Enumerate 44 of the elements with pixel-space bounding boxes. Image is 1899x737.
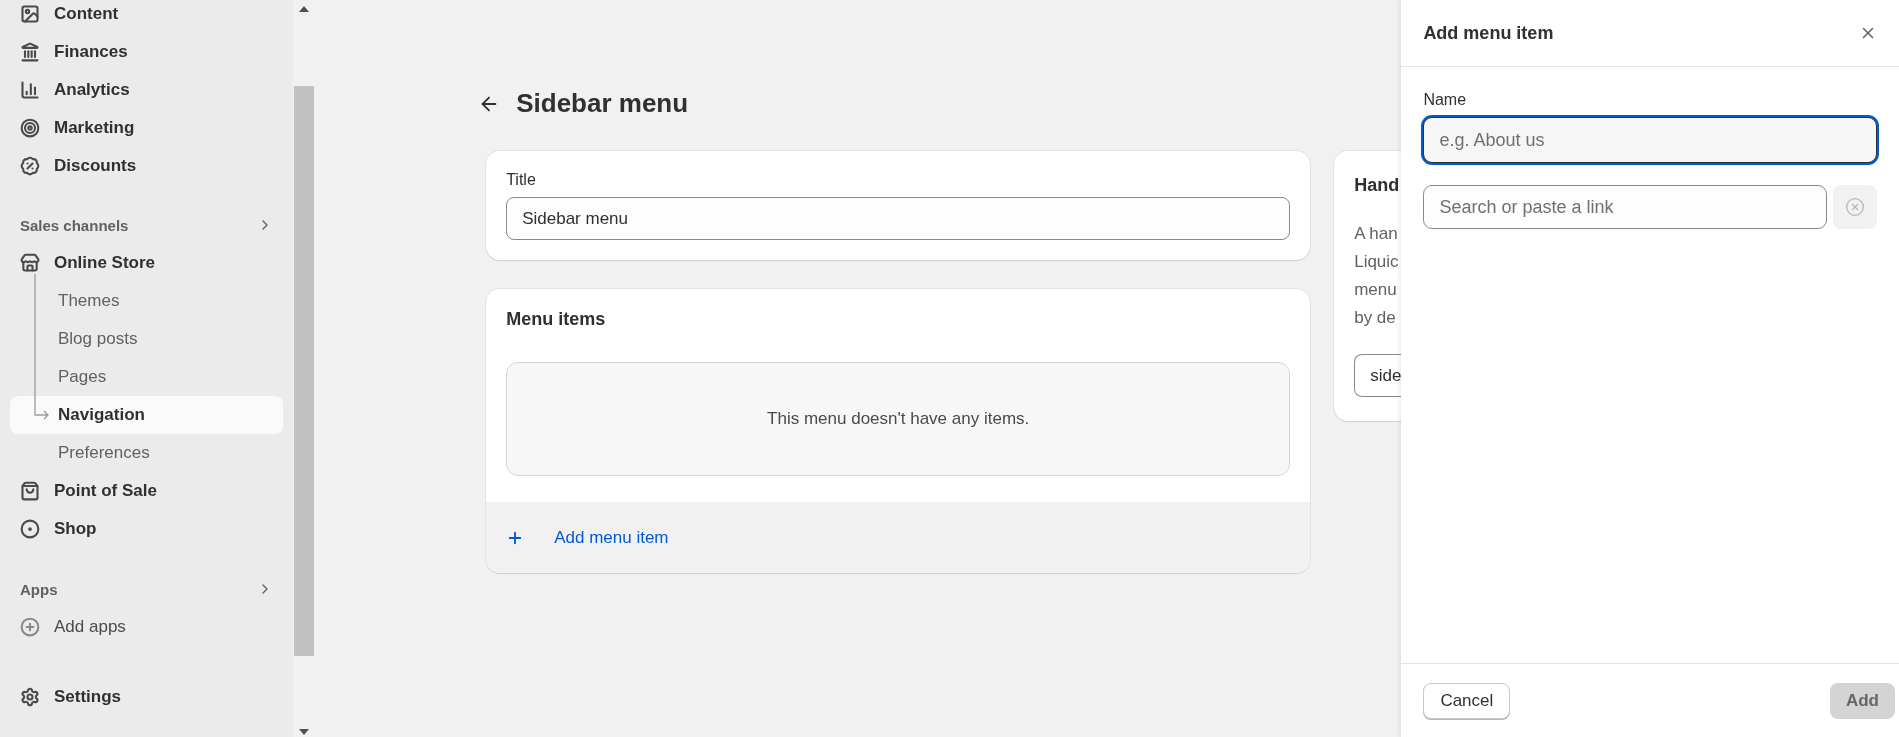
link-search-field[interactable]: Search or paste a link (1423, 185, 1827, 229)
name-field[interactable]: e.g. About us (1423, 117, 1877, 163)
cancel-button[interactable]: Cancel (1423, 682, 1511, 719)
bar-chart-icon (20, 80, 40, 100)
card-text: A han (1354, 223, 1399, 245)
sidebar-subitem[interactable]: Blog posts (10, 320, 284, 358)
field-label: Name (1423, 91, 1468, 109)
sidebar-item[interactable]: Settings (10, 678, 284, 716)
storefront-icon (20, 253, 40, 273)
shopping-bag-icon (20, 481, 40, 501)
plus-circle-icon (20, 617, 40, 637)
section-heading[interactable]: Sales channels (10, 206, 284, 244)
sidebar-subitem[interactable]: Preferences (10, 434, 284, 472)
card-text: by de (1354, 307, 1397, 329)
circle-dot-icon (20, 519, 40, 539)
clear-icon (1845, 197, 1865, 217)
target-icon (20, 118, 40, 138)
card-title: Hand (1354, 175, 1401, 196)
page-title: Sidebar menu (516, 88, 689, 119)
sidebar-subitem[interactable]: Pages (10, 358, 284, 396)
sidebar-item[interactable]: Add apps (10, 608, 284, 646)
card-text: menu (1354, 279, 1398, 301)
panel-title: Add menu item (1423, 22, 1554, 44)
title-field[interactable]: Sidebar menu (506, 197, 1291, 240)
sidebar-item[interactable]: Shop (10, 510, 284, 548)
sidebar-item[interactable]: Online Store (10, 244, 284, 282)
section-heading[interactable]: Apps (10, 570, 284, 608)
field-label: Title (506, 171, 537, 189)
empty-state-message: This menu doesn't have any items. (506, 362, 1291, 476)
add-menu-item-link[interactable]: Add menu item (554, 527, 669, 548)
card-text: Liquic (1354, 251, 1400, 273)
sidebar-item[interactable]: Marketing (10, 109, 284, 147)
sidebar-item[interactable]: Content (10, 0, 284, 33)
sidebar-item[interactable]: Point of Sale (10, 472, 284, 510)
card-title: Menu items (506, 309, 607, 330)
sidebar-subitem[interactable]: Navigation (10, 396, 284, 434)
sidebar-subitem[interactable]: Themes (10, 282, 284, 320)
badge-percent-icon (20, 156, 40, 176)
sidebar-item[interactable]: Discounts (10, 147, 284, 185)
sidebar-item[interactable]: Finances (10, 33, 284, 71)
picture-icon (20, 4, 40, 24)
sidebar-item[interactable]: Analytics (10, 71, 284, 109)
bank-icon (20, 42, 40, 62)
settings-icon (20, 687, 40, 707)
